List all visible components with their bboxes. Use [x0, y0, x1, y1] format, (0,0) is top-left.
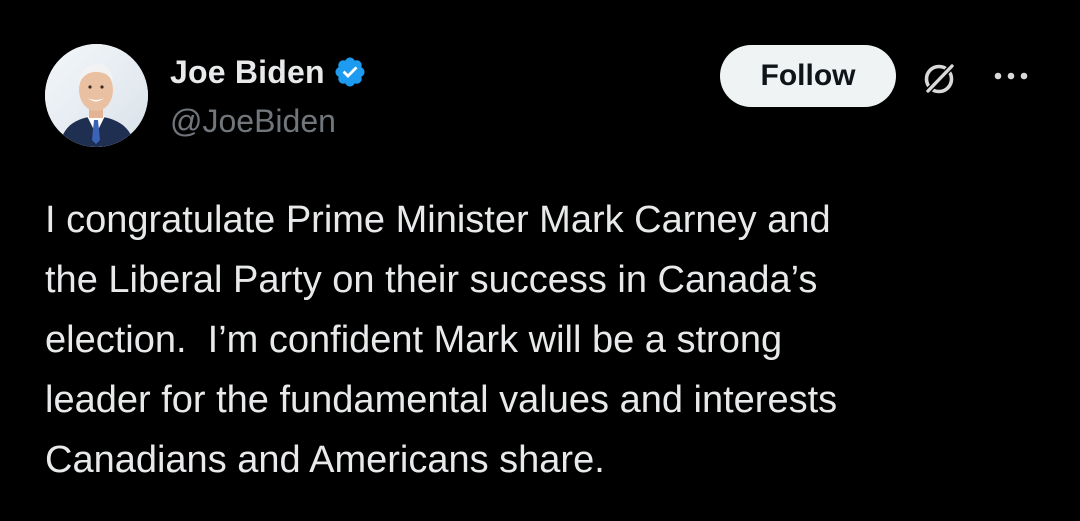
- avatar[interactable]: [45, 44, 148, 147]
- author-handle[interactable]: @JoeBiden: [170, 103, 336, 140]
- tweet-card: Joe Biden @JoeBiden Follow I congratulat…: [0, 0, 1080, 521]
- author-name-row: Joe Biden: [170, 50, 367, 94]
- tweet-text: I congratulate Prime Minister Mark Carne…: [45, 199, 838, 481]
- verified-badge-icon[interactable]: [333, 55, 367, 89]
- profile-photo-icon: [45, 44, 148, 147]
- grok-icon[interactable]: [918, 56, 962, 100]
- follow-button[interactable]: Follow: [720, 45, 896, 107]
- author-display-name[interactable]: Joe Biden: [170, 54, 325, 91]
- more-options-icon[interactable]: [990, 62, 1034, 90]
